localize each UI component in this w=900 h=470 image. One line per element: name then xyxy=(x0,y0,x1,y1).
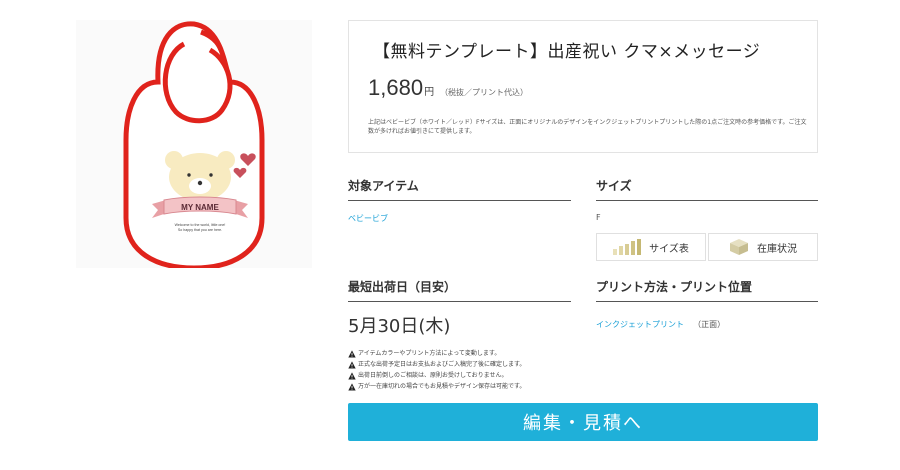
item-link[interactable]: ベビービブ xyxy=(348,213,571,224)
product-title: 【無料テンプレート】出産祝い クマ×メッセージ xyxy=(373,42,761,62)
size-section-heading: サイズ xyxy=(596,177,818,201)
shipping-note: 万が一在庫切れの場合でもお見積やデザイン保存は可能です。 xyxy=(348,381,571,392)
print-section: プリント方法・プリント位置 インクジェットプリント （正面） xyxy=(596,278,818,331)
price-currency: 円 xyxy=(424,87,435,98)
size-section: サイズ F xyxy=(596,177,818,222)
box-icon xyxy=(730,239,748,255)
edit-estimate-button[interactable]: 編集・見積へ xyxy=(348,403,818,441)
shipping-section: 最短出荷日（目安） 5月30日(木) アイテムカラーやプリント方法によって変動し… xyxy=(348,278,571,392)
price-description: 上記はベビービブ（ホワイト／レッド）Fサイズは、正面にオリジナルのデザインをイン… xyxy=(368,119,807,135)
warning-icon xyxy=(348,349,356,357)
price-value: 1,680 xyxy=(368,75,424,100)
size-chart-icon xyxy=(613,239,642,255)
price-row: 1,680円 （税抜／プリント代込） xyxy=(368,75,528,101)
shipping-date: 5月30日(木) xyxy=(348,316,451,337)
size-value: F xyxy=(596,213,601,222)
shipping-section-heading: 最短出荷日（目安） xyxy=(348,278,571,302)
baby-bib-image: MY NAME Welcome to the world, little one… xyxy=(123,21,265,268)
print-method-row: インクジェットプリント （正面） xyxy=(596,312,818,331)
item-section-heading: 対象アイテム xyxy=(348,177,571,201)
bib-message-line1: Welcome to the world, little one! xyxy=(175,223,226,227)
print-position: （正面） xyxy=(693,320,726,329)
item-section: 対象アイテム ベビービブ xyxy=(348,177,571,224)
print-method-link[interactable]: インクジェットプリント xyxy=(596,320,684,329)
stock-status-label: 在庫状況 xyxy=(757,243,797,255)
bib-message-line2: So happy that you are here. xyxy=(178,228,222,232)
shipping-note: 出荷日前倒しのご相談は、原則お受けしておりません。 xyxy=(348,370,571,381)
size-chart-label: サイズ表 xyxy=(649,243,689,255)
warning-icon xyxy=(348,360,356,368)
stock-status-button[interactable]: 在庫状況 xyxy=(708,233,818,261)
size-chart-button[interactable]: サイズ表 xyxy=(596,233,706,261)
shipping-notes: アイテムカラーやプリント方法によって変動します。 正式な出荷予定日はお支払および… xyxy=(348,348,571,392)
shipping-note: 正式な出荷予定日はお支払およびご入稿完了後に確定します。 xyxy=(348,359,571,370)
warning-icon xyxy=(348,382,356,390)
print-section-heading: プリント方法・プリント位置 xyxy=(596,278,818,302)
banner-text: MY NAME xyxy=(181,203,219,212)
tax-note: （税抜／プリント代込） xyxy=(440,88,529,97)
shipping-note: アイテムカラーやプリント方法によって変動します。 xyxy=(348,348,571,359)
product-image: MY NAME Welcome to the world, little one… xyxy=(76,20,312,268)
warning-icon xyxy=(348,371,356,379)
product-info-box: 【無料テンプレート】出産祝い クマ×メッセージ 1,680円 （税抜／プリント代込… xyxy=(348,20,818,153)
